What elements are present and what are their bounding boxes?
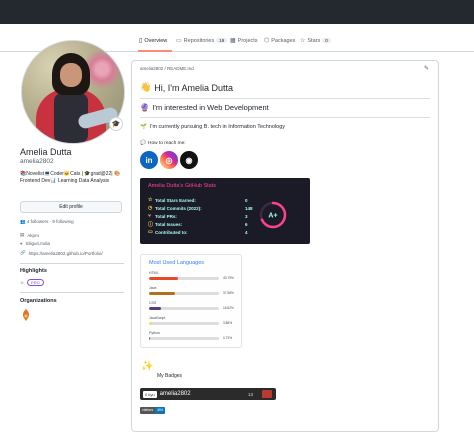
profile-bio: 📚Novelist💻Coder🐱Cats | 🎓grad@22| 🎨Fronte… — [20, 171, 121, 184]
language-bar-fill — [149, 277, 178, 280]
stat-row: ⑂ Total PRs: 3 — [148, 213, 248, 219]
language-bar-track — [149, 337, 219, 340]
stat-row: ◷ Total Commits (2022): 148 — [148, 205, 253, 211]
language-name: HTML — [149, 271, 159, 275]
tab-repositories[interactable]: ▭ Repositories 19 — [176, 37, 228, 44]
tab-overview[interactable]: ▯ Overview — [139, 37, 167, 45]
people-icon: 👥 — [20, 219, 26, 224]
location-icon: ⌖ — [20, 241, 23, 246]
visitors-count: 404 — [155, 407, 166, 414]
language-percentage: 40.79% — [223, 276, 234, 280]
stats-title: Amelia Dutta's GitHub Stats — [148, 183, 216, 189]
top-navigation-bar — [0, 0, 474, 24]
visitors-label: visitors — [140, 407, 156, 414]
language-name: Python — [149, 331, 160, 335]
crystal-ball-icon: 🔮 — [140, 103, 150, 112]
tab-stars[interactable]: ☆ Stars 0 — [300, 37, 331, 44]
language-percentage: 16.82% — [223, 306, 234, 310]
highlights-heading: Highlights — [20, 268, 47, 274]
book-open-icon: ▯ — [139, 38, 143, 44]
sidebar-divider — [20, 292, 124, 293]
repo-icon: ▭ — [148, 229, 153, 235]
language-bar-track — [149, 307, 219, 310]
seedling-icon: 🌱 — [140, 124, 147, 130]
issue-icon: ⓘ — [148, 222, 154, 228]
sparkles-icon: ✨ — [141, 361, 154, 372]
stat-row: ⓘ Total Issues: 6 — [148, 222, 248, 228]
language-bar-fill — [149, 337, 150, 340]
tab-projects[interactable]: ▦ Projects — [230, 37, 258, 45]
profile-login: amelia2802 — [20, 158, 54, 165]
stars-count: 0 — [322, 38, 331, 43]
readme-path[interactable]: amelia2802 / README.md — [140, 66, 194, 71]
badges-heading: My Badges — [157, 373, 183, 379]
organizations-heading: Organizations — [20, 298, 57, 304]
waving-hand-icon: 👋 — [140, 82, 152, 92]
heading-rule — [140, 98, 430, 99]
website-link[interactable]: 🔗 https://amelia2802.github.io/Portfolio… — [20, 250, 103, 256]
dev-icon[interactable]: ◉ — [180, 151, 198, 169]
rank-tag: 0 kyu — [143, 390, 157, 398]
star-icon: ☆ — [20, 279, 25, 285]
sidebar-divider — [20, 263, 124, 264]
profile-name: Amelia Dutta — [20, 147, 72, 157]
table-icon: ▦ — [230, 38, 236, 44]
instagram-icon[interactable]: ◎ — [160, 151, 178, 169]
tab-packages[interactable]: ⬡ Packages — [264, 37, 295, 45]
grade-text: A+ — [268, 213, 277, 220]
language-percentage: 37.58% — [223, 291, 234, 295]
badge-number: 13 — [248, 391, 254, 397]
avatar[interactable] — [21, 40, 125, 144]
language-bar-track — [149, 277, 219, 280]
pro-highlight: ☆ PRO — [20, 279, 44, 286]
tryhackme-badge[interactable]: 0 kyu amelia2802 13 — [140, 388, 276, 400]
organization-avatar-icon[interactable] — [21, 309, 31, 321]
languages-title: Most Used Languages — [149, 260, 205, 266]
repo-icon: ▭ — [176, 38, 182, 44]
readme-reach: 💬 How to reach me: — [140, 141, 186, 146]
language-bar-fill — [149, 307, 161, 310]
visitor-counter: visitors 404 — [140, 407, 166, 414]
language-bar-track — [149, 322, 219, 325]
building-icon: ▤ — [20, 232, 25, 237]
package-icon: ⬡ — [264, 38, 270, 44]
language-name: CSS — [149, 301, 157, 305]
clock-icon: ◷ — [148, 205, 153, 211]
location-field: ⌖ Siliguri,India — [20, 241, 51, 246]
language-name: JavaScript — [149, 316, 166, 320]
link-icon: 🔗 — [20, 250, 26, 255]
stat-row: ☆ Total Stars Earned: 0 — [148, 197, 248, 203]
pull-request-icon: ⑂ — [148, 213, 152, 219]
grade-ring: A+ — [259, 201, 287, 229]
language-bar-fill — [149, 292, 176, 295]
language-name: Java — [149, 286, 157, 290]
star-icon: ☆ — [148, 197, 153, 203]
language-bar-track — [149, 292, 219, 295]
badge-username: amelia2802 — [159, 391, 191, 397]
language-percentage: 0.73% — [223, 336, 233, 340]
company-field: ▤ Akpro — [20, 232, 40, 238]
readme-interest: 🔮 I'm interested in Web Development — [140, 103, 269, 112]
edit-profile-button[interactable]: Edit profile — [20, 201, 122, 213]
linkedin-icon[interactable]: in — [140, 151, 158, 169]
status-emoji[interactable]: 🎓 — [109, 117, 123, 131]
stat-row: ▭ Contributed to: 4 — [148, 229, 248, 235]
github-stats-card: Amelia Dutta's GitHub Stats ☆ Total Star… — [140, 178, 310, 244]
language-percentage: 3.88% — [223, 321, 233, 325]
languages-card: Most Used Languages HTML 40.79% Java 37.58%… — [140, 254, 242, 348]
language-bar-fill — [149, 322, 152, 325]
repositories-count: 19 — [216, 38, 228, 43]
speech-bubble-icon: 💬 — [140, 141, 146, 146]
followers-link[interactable]: 👥 4 followers · 9 following — [20, 219, 74, 225]
pencil-icon[interactable]: ✎ — [424, 65, 429, 72]
star-icon: ☆ — [300, 38, 306, 44]
pro-badge: PRO — [27, 279, 44, 286]
readme-greeting: 👋 Hi, I'm Amelia Dutta — [140, 82, 233, 93]
heading-rule — [140, 117, 430, 118]
badge-logo-icon — [262, 390, 272, 398]
readme-pursuing: 🌱 I'm currently pursuing B. tech in Info… — [140, 124, 286, 130]
active-tab-indicator — [138, 50, 172, 52]
